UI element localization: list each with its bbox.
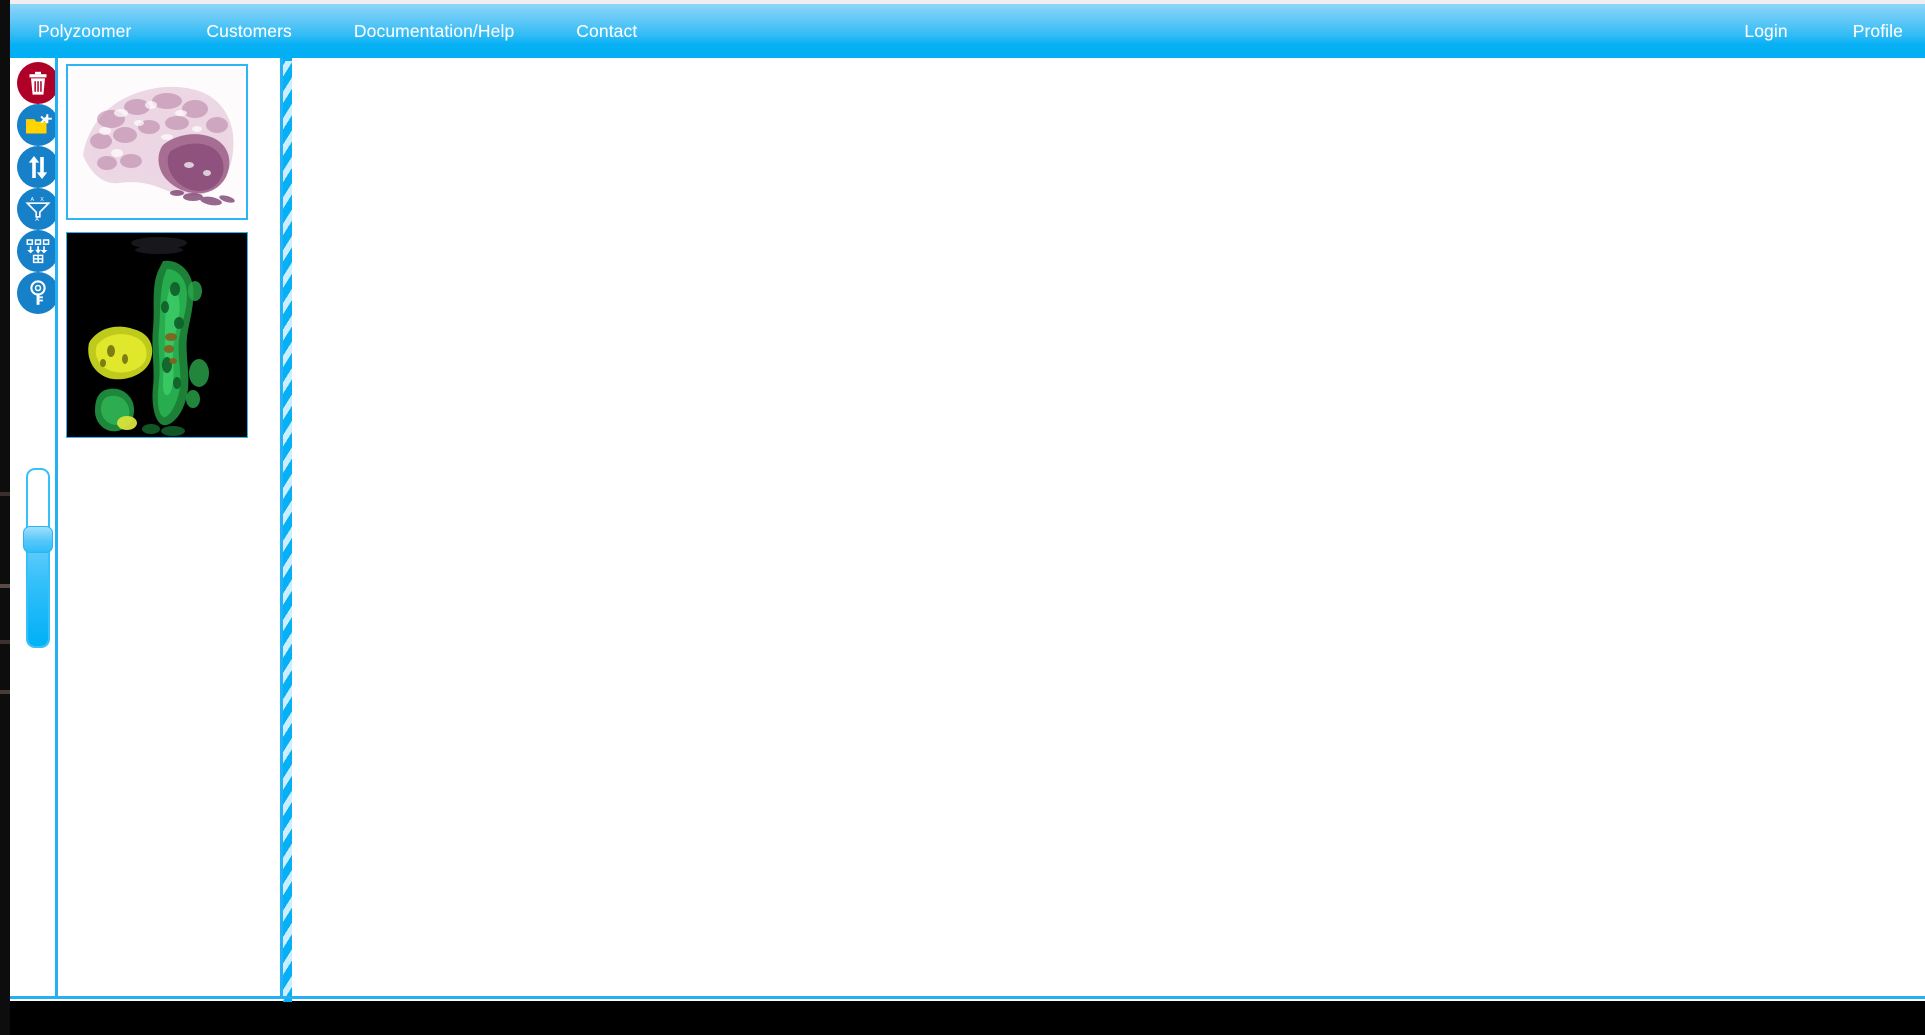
zoom-slider-fill: [28, 538, 48, 646]
application-root: Polyzoomer Customers Documentation/Help …: [0, 0, 1925, 1035]
key-icon: [27, 280, 49, 306]
svg-text:X: X: [40, 197, 44, 203]
svg-text:A: A: [35, 217, 39, 222]
nav-item-polyzoomer[interactable]: Polyzoomer: [38, 4, 131, 58]
top-navigation-bar: Polyzoomer Customers Documentation/Help …: [10, 4, 1925, 58]
key-button[interactable]: [17, 272, 59, 314]
delete-button[interactable]: [17, 62, 59, 104]
merge-grid-icon: [25, 238, 51, 264]
filter-button[interactable]: A X A: [17, 188, 59, 230]
gutter-speck: [0, 690, 10, 694]
thumbnail-image-he: [71, 69, 243, 215]
trash-icon: [26, 71, 50, 96]
gutter-speck: [0, 492, 10, 496]
nav-left-group: Polyzoomer Customers Documentation/Help …: [10, 4, 637, 58]
nav-item-contact[interactable]: Contact: [576, 4, 637, 58]
gutter-speck: [0, 584, 10, 588]
folder-add-icon: [25, 113, 52, 138]
slide-viewer-canvas[interactable]: [292, 58, 1925, 999]
panel-splitter[interactable]: [283, 58, 292, 1002]
nav-item-documentation-help[interactable]: Documentation/Help: [354, 4, 514, 58]
nav-item-profile[interactable]: Profile: [1853, 4, 1903, 58]
sort-arrows-icon: [26, 155, 50, 180]
thumbnail-image-fluorescence: [67, 233, 247, 437]
window-left-gutter: [0, 0, 10, 1035]
zoom-slider[interactable]: [23, 468, 53, 648]
add-folder-button[interactable]: [17, 104, 59, 146]
thumbnail-slide-fluorescence[interactable]: [66, 232, 248, 438]
svg-text:A: A: [31, 197, 35, 203]
merge-grid-button[interactable]: [17, 230, 59, 272]
thumbnail-slide-he[interactable]: [66, 64, 248, 220]
thumbnail-panel: [55, 58, 283, 999]
zoom-slider-thumb[interactable]: [23, 526, 53, 553]
workspace-bottom-rule: [10, 996, 1925, 999]
workspace: A X A: [10, 58, 1925, 1002]
nav-item-login[interactable]: Login: [1744, 4, 1787, 58]
nav-right-group: Login Profile: [1744, 4, 1903, 58]
sort-button[interactable]: [17, 146, 59, 188]
tool-rail: A X A: [10, 58, 59, 1001]
gutter-speck: [0, 640, 10, 644]
filter-funnel-icon: A X A: [25, 196, 51, 222]
nav-item-customers[interactable]: Customers: [206, 4, 292, 58]
